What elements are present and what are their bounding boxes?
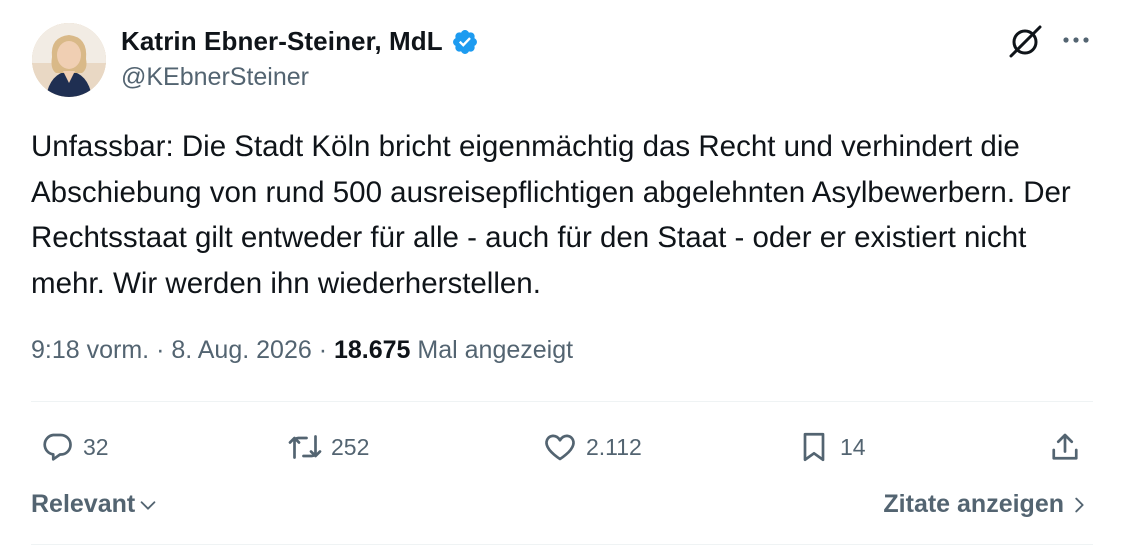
views-count: 18.675 [333,336,411,364]
tweet-time[interactable]: 9:18 vorm. [31,336,149,364]
author-handle[interactable]: @KEbnerSteiner [121,63,309,92]
meta-separator: · [318,336,328,364]
share-button[interactable] [1047,418,1083,476]
tweet-text: Unfassbar: Die Stadt Köln bricht eigenmä… [31,130,1071,300]
reply-button[interactable]: 32 [39,418,109,476]
bookmark-count: 14 [840,433,866,460]
repost-count: 252 [331,433,370,460]
like-count: 2.112 [586,433,642,460]
chevron-right-icon [1075,497,1084,512]
bookmark-icon [803,432,825,462]
repost-icon [288,435,322,459]
avatar-image [32,23,106,97]
more-icon[interactable] [1059,28,1093,52]
tweet-meta: 9:18 vorm. · 8. Aug. 2026 · 18.675 Mal a… [31,336,573,365]
views-label: Mal angezeigt [417,336,574,364]
bookmark-button[interactable]: 14 [796,418,866,476]
meta-separator: · [156,336,165,364]
reply-icon [43,433,72,461]
share-icon [1052,433,1078,460]
author-name-row[interactable]: Katrin Ebner-Steiner, MdL [121,26,479,57]
tweet-date[interactable]: 8. Aug. 2026 [171,336,311,364]
action-bar: 32 252 2.112 14 [31,418,1093,476]
divider [31,401,1093,402]
repost-button[interactable]: 252 [287,418,369,476]
chevron-down-icon [140,500,156,510]
author-name[interactable]: Katrin Ebner-Steiner, MdL [121,26,443,57]
quotes-link[interactable]: Zitate anzeigen [883,490,1090,519]
grok-icon[interactable] [1006,22,1044,60]
reply-count: 32 [83,433,109,460]
sort-dropdown[interactable]: Relevant [31,490,159,519]
quotes-label: Zitate anzeigen [883,490,1064,518]
sort-label: Relevant [31,490,136,518]
like-button[interactable]: 2.112 [542,418,642,476]
verified-badge-icon[interactable] [451,28,479,56]
like-icon [545,434,575,461]
avatar[interactable] [32,23,106,97]
